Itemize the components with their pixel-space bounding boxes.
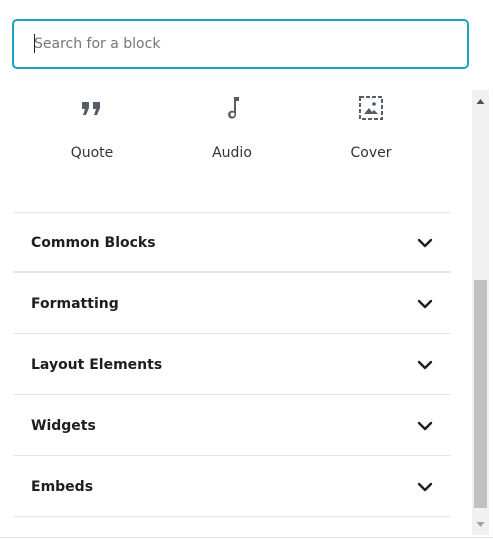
cover-icon [359, 96, 383, 120]
panel-layout-elements[interactable]: Layout Elements [13, 335, 451, 395]
panel-common-blocks[interactable]: Common Blocks [13, 213, 451, 273]
scroll-up-arrow-icon[interactable] [472, 93, 489, 110]
chevron-down-icon [417, 299, 433, 309]
panel-title: Widgets [31, 418, 96, 434]
panel-title: Formatting [31, 296, 119, 312]
scrollbar-thumb[interactable] [474, 280, 487, 508]
panel-formatting[interactable]: Formatting [13, 274, 451, 334]
search-input[interactable] [34, 21, 454, 67]
text-caret [34, 34, 35, 53]
block-item-cover[interactable]: Cover [316, 90, 426, 170]
block-list: Quote Audio Cover [0, 90, 470, 210]
panel-widgets[interactable]: Widgets [13, 396, 451, 456]
panel-title: Layout Elements [31, 357, 163, 373]
chevron-down-icon [417, 421, 433, 431]
block-item-label: Quote [70, 145, 114, 161]
panel-embeds[interactable]: Embeds [13, 457, 451, 517]
audio-icon [228, 97, 239, 119]
panel-title: Embeds [31, 479, 94, 495]
scroll-down-arrow-icon[interactable] [472, 516, 489, 533]
block-item-label: Cover [350, 145, 392, 161]
chevron-down-icon [417, 238, 433, 248]
block-item-quote[interactable]: Quote [37, 90, 147, 170]
vertical-scrollbar[interactable] [472, 90, 489, 535]
panel-title: Common Blocks [31, 235, 156, 251]
block-search[interactable] [12, 19, 469, 69]
chevron-down-icon [417, 360, 433, 370]
quote-icon [82, 102, 100, 115]
block-item-label: Audio [212, 145, 252, 161]
chevron-down-icon [417, 482, 433, 492]
block-item-audio[interactable]: Audio [177, 90, 287, 170]
divider [0, 537, 493, 538]
